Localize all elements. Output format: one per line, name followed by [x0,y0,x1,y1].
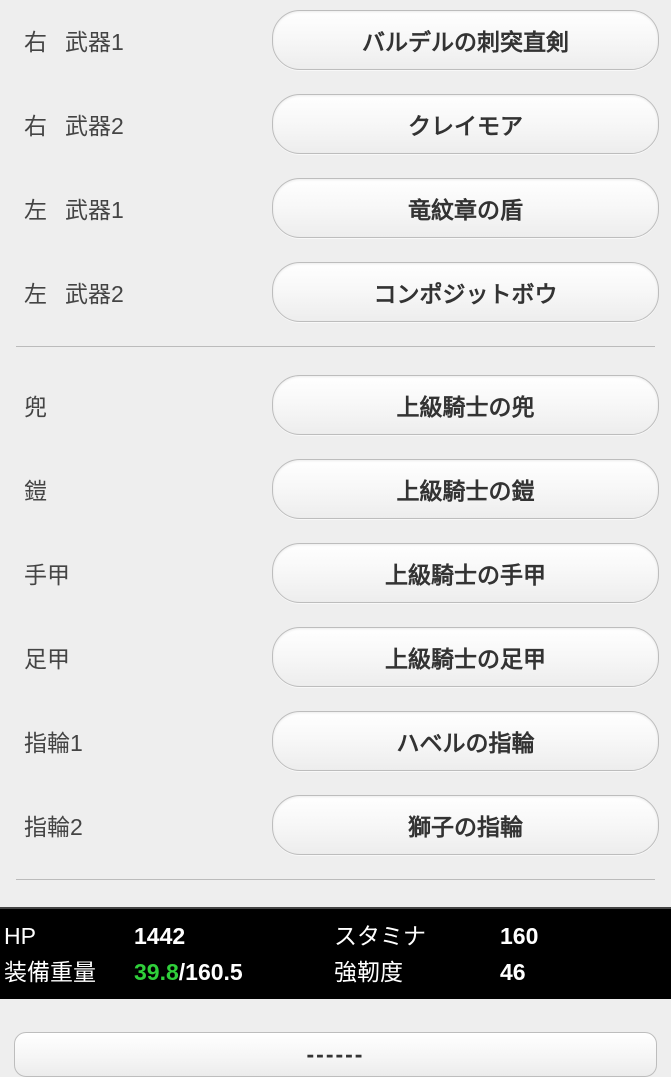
slot-label: 手甲 [12,556,272,590]
divider [16,346,655,347]
slot-right-weapon-1: 右武器1 バルデルの刺突直剣 [12,10,659,70]
right-weapon-1-button[interactable]: バルデルの刺突直剣 [272,10,659,70]
slot-right-weapon-2: 右武器2 クレイモア [12,94,659,154]
helm-button[interactable]: 上級騎士の兜 [272,375,659,435]
equip-weight-label: 装備重量 [4,953,134,987]
status-row-2: 装備重量 39.8/160.5 強靭度 46 [4,953,667,987]
slot-left-weapon-1: 左武器1 竜紋章の盾 [12,178,659,238]
slot-left-weapon-2: 左武器2 コンポジットボウ [12,262,659,322]
slot-label: 左武器2 [12,275,272,309]
slot-label: 指輪2 [12,808,272,842]
slot-gauntlets: 手甲 上級騎士の手甲 [12,543,659,603]
leggings-button[interactable]: 上級騎士の足甲 [272,627,659,687]
stamina-value: 160 [500,923,667,950]
preset-empty-button[interactable]: ------ [14,1032,657,1077]
equip-weight-value: 39.8/160.5 [134,959,334,986]
right-weapon-2-button[interactable]: クレイモア [272,94,659,154]
slot-leggings: 足甲 上級騎士の足甲 [12,627,659,687]
slot-helm: 兜 上級騎士の兜 [12,375,659,435]
status-bar: HP 1442 スタミナ 160 装備重量 39.8/160.5 強靭度 46 [0,907,671,999]
hp-value: 1442 [134,923,334,950]
slot-label: 足甲 [12,640,272,674]
left-weapon-2-button[interactable]: コンポジットボウ [272,262,659,322]
gauntlets-button[interactable]: 上級騎士の手甲 [272,543,659,603]
ring-2-button[interactable]: 獅子の指輪 [272,795,659,855]
slot-ring-2: 指輪2 獅子の指輪 [12,795,659,855]
hp-label: HP [4,923,134,950]
slot-label: 右武器1 [12,23,272,57]
slot-label: 右武器2 [12,107,272,141]
slot-label: 鎧 [12,472,272,506]
slot-label: 指輪1 [12,724,272,758]
armor-button[interactable]: 上級騎士の鎧 [272,459,659,519]
poise-label: 強靭度 [334,953,500,987]
status-row-1: HP 1442 スタミナ 160 [4,917,667,951]
slot-ring-1: 指輪1 ハベルの指輪 [12,711,659,771]
slot-label: 左武器1 [12,191,272,225]
poise-value: 46 [500,959,667,986]
slot-label: 兜 [12,388,272,422]
left-weapon-1-button[interactable]: 竜紋章の盾 [272,178,659,238]
stamina-label: スタミナ [334,917,500,951]
slot-armor: 鎧 上級騎士の鎧 [12,459,659,519]
ring-1-button[interactable]: ハベルの指輪 [272,711,659,771]
divider [16,879,655,880]
